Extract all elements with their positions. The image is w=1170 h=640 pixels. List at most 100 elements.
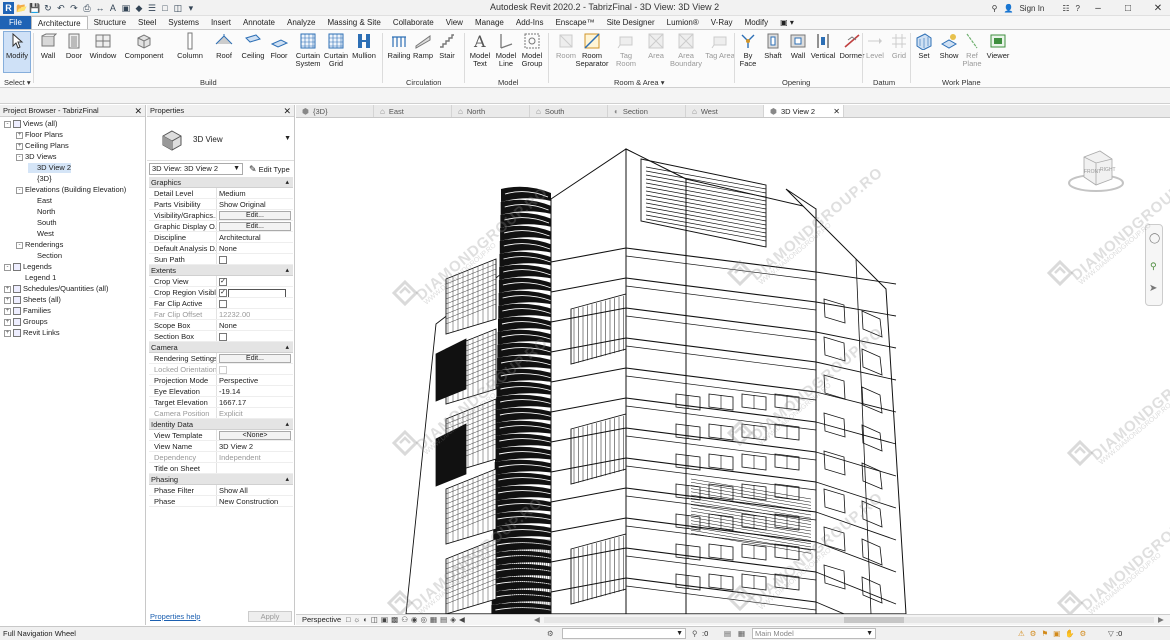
scroll-right-arrow-icon[interactable]: ▶	[1158, 615, 1164, 625]
wall-button[interactable]: Wall	[35, 32, 61, 60]
scroll-left-arrow-icon[interactable]: ◀	[534, 615, 540, 625]
browser-item-revit-links[interactable]: + Revit Links	[4, 328, 60, 338]
property-value[interactable]: Perspective	[217, 375, 293, 385]
property-value[interactable]: Architectural	[217, 232, 293, 242]
browser-item-legend-1[interactable]: Legend 1	[16, 273, 56, 283]
redo-icon[interactable]: ↷	[68, 2, 79, 14]
expand-icon[interactable]: +	[4, 307, 11, 315]
browser-item-views-all[interactable]: - Views (all)	[4, 119, 57, 129]
browser-item-legends[interactable]: - Legends	[4, 262, 52, 272]
property-checkbox[interactable]	[219, 333, 227, 341]
zoom-icon[interactable]: ⚲	[1150, 261, 1157, 272]
tag-area-button[interactable]: Tag Area	[704, 32, 736, 60]
menu-tab-view[interactable]: View	[440, 16, 469, 29]
viewcube[interactable]: FRONT RIGHT	[1066, 147, 1126, 197]
property-checkbox[interactable]	[219, 256, 227, 264]
menu-tab-architecture[interactable]: Architecture	[30, 16, 88, 29]
property-value[interactable]: Edit...	[217, 353, 293, 363]
close-hidden-icon[interactable]: □	[159, 2, 170, 14]
roof-button[interactable]: Roof	[211, 32, 237, 60]
model-text-button[interactable]: A Model Text	[466, 32, 494, 68]
mullion-button[interactable]: Mullion	[350, 32, 378, 60]
property-group-graphics[interactable]: Graphics	[149, 177, 293, 188]
worksets-icon[interactable]: ⚙	[547, 627, 554, 640]
sun-path-icon[interactable]: ☼	[354, 615, 364, 624]
window-button[interactable]: Window	[88, 32, 118, 60]
property-value[interactable]: Medium	[217, 188, 293, 198]
projection-mode[interactable]: Perspective	[302, 615, 341, 625]
collapse-icon[interactable]: -	[16, 186, 23, 194]
property-edit-button[interactable]: Edit...	[219, 211, 291, 220]
design-options-icon-2[interactable]: ▦	[738, 627, 745, 640]
opening-wall-button[interactable]: Wall	[786, 32, 810, 60]
set-button[interactable]: Set	[913, 32, 935, 60]
crop-region-icon[interactable]: ▩	[391, 615, 401, 624]
select-links-icon[interactable]: ⚠	[1018, 629, 1030, 638]
viewer-button[interactable]: Viewer	[985, 32, 1011, 60]
property-group-phasing[interactable]: Phasing	[149, 474, 293, 485]
customize-qat-icon[interactable]: ▾	[185, 2, 196, 14]
property-value[interactable]	[217, 254, 293, 264]
menu-tab-annotate[interactable]: Annotate	[237, 16, 281, 29]
maximize-button[interactable]: □	[1116, 3, 1140, 14]
menu-tab-add-ins[interactable]: Add-Ins	[510, 16, 550, 29]
section-icon[interactable]: ◆	[133, 2, 144, 14]
browser-item-families[interactable]: + Families	[4, 306, 51, 316]
sync-icon[interactable]: ↻	[42, 2, 53, 14]
expand-icon[interactable]: +	[4, 296, 11, 304]
horizontal-scrollbar[interactable]	[544, 617, 1154, 623]
tag-room-button[interactable]: Tag Room	[610, 32, 642, 68]
view-tab-east[interactable]: ⌂ East	[374, 105, 452, 117]
background-processes-icon[interactable]: ⚙	[1080, 629, 1092, 638]
workset-dropdown[interactable]: ▼	[562, 628, 686, 639]
stair-button[interactable]: Stair	[434, 32, 460, 60]
menu-tab-v-ray[interactable]: V-Ray	[705, 16, 739, 29]
property-value[interactable]: Show Original	[217, 199, 293, 209]
menu-tab-file[interactable]: File	[0, 16, 31, 29]
temp-hide-icon[interactable]: ◉	[411, 615, 421, 624]
browser-item-west[interactable]: West	[28, 229, 54, 239]
revit-logo-icon[interactable]: R	[3, 1, 14, 14]
expand-icon[interactable]: +	[4, 285, 11, 293]
viewcube-front-face[interactable]: FRONT	[1084, 169, 1101, 175]
cart-icon[interactable]: ☷	[1062, 4, 1069, 13]
property-value[interactable]: 1667.17	[217, 397, 293, 407]
3d-viewport[interactable]: FRONT RIGHT ◯ ⚲ ➤ DIAMONDGROUP.RO WWW.DIA…	[296, 119, 1170, 614]
property-value[interactable]: None	[217, 243, 293, 253]
opening-vertical-button[interactable]: Vertical	[811, 32, 835, 60]
level-button[interactable]: Level	[864, 32, 886, 60]
property-group-camera[interactable]: Camera	[149, 342, 293, 353]
close-icon[interactable]: ✕	[134, 105, 142, 117]
close-view-icon[interactable]: ✕	[833, 105, 840, 118]
ramp-button[interactable]: Ramp	[410, 32, 436, 60]
analytical-icon[interactable]: ▤	[440, 615, 450, 624]
property-group-identity-data[interactable]: Identity Data	[149, 419, 293, 430]
browser-item-floor-plans[interactable]: + Floor Plans	[16, 130, 63, 140]
property-edit-button[interactable]: <None>	[219, 431, 291, 440]
close-icon[interactable]: ✕	[283, 105, 291, 117]
edit-type-button[interactable]: ✎ Edit Type	[249, 163, 290, 176]
ribbon-display-options-icon[interactable]: ▣ ▾	[774, 16, 800, 29]
scrollbar-thumb[interactable]	[844, 617, 904, 623]
model-group-button[interactable]: Model Group	[518, 32, 546, 68]
view-tab-3d[interactable]: ⬢ {3D}	[296, 105, 374, 117]
modify-button[interactable]: Modify	[3, 31, 31, 73]
property-value[interactable]: Show All	[217, 485, 293, 495]
property-value[interactable]: Edit...	[217, 221, 293, 231]
property-value[interactable]: 3D View 2	[217, 441, 293, 451]
shadows-icon[interactable]: ◐	[363, 615, 371, 624]
reveal-hidden-icon[interactable]: ◎	[421, 615, 431, 624]
filter-icon[interactable]: ▽	[1108, 627, 1114, 640]
room-separator-button[interactable]: Room Separator	[576, 32, 608, 68]
type-selector[interactable]: 3D View ▼	[147, 117, 294, 161]
design-option-dropdown[interactable]: Main Model ▼	[752, 628, 876, 639]
browser-item-sheets-all[interactable]: + Sheets (all)	[4, 295, 61, 305]
select-pinned-icon[interactable]: ⚑	[1041, 629, 1053, 638]
3d-view-icon[interactable]: ▣	[120, 2, 131, 14]
door-button[interactable]: Door	[61, 32, 87, 60]
highlight-icon[interactable]: ◈	[450, 615, 459, 624]
menu-tab-steel[interactable]: Steel	[132, 16, 162, 29]
thin-lines-icon[interactable]: ☰	[146, 2, 157, 14]
switch-windows-icon[interactable]: ◫	[172, 2, 183, 14]
browser-item-section[interactable]: Section	[28, 251, 62, 261]
